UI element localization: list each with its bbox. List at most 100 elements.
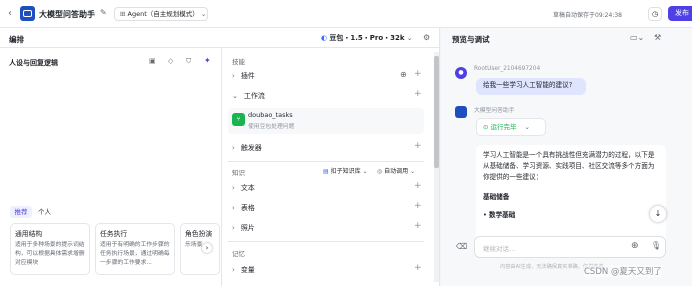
answer-list-item: • 数学基础 [483, 211, 516, 219]
memory-title: 记忆 [232, 250, 245, 258]
workflow-label: 工作流 [243, 92, 265, 100]
template-card-title: 通用结构 [15, 230, 43, 238]
answer-intro: 学习人工智能是一个具有挑战性但充满潜力的过程，以下是从基础储备、学习资源、实践项… [483, 151, 655, 181]
knowledge-item-label: 文本 [240, 184, 255, 192]
sparkle-icon[interactable]: ✦ [204, 56, 211, 65]
chevron-down-icon: ⌄ [404, 34, 413, 42]
scroll-down-button[interactable]: ↓ [650, 206, 666, 222]
plugin-section[interactable]: › 插件 [232, 70, 422, 82]
add-variable-button[interactable]: + [414, 263, 422, 273]
add-table-button[interactable]: + [414, 201, 422, 211]
memory-item-label: 变量 [240, 266, 255, 274]
kb-icon: ▤ [323, 168, 331, 175]
skills-title: 技能 [232, 58, 245, 66]
auto-call-label: 自动调用 [384, 168, 409, 175]
workflow-item-name: doubao_tasks [248, 111, 293, 119]
trigger-section[interactable]: › 触发器 [232, 142, 422, 154]
persona-title: 人设与回复逻辑 [9, 59, 58, 67]
microphone-icon[interactable]: 🎙 [651, 241, 661, 250]
back-icon[interactable]: ‹ [8, 8, 12, 19]
chat-input-placeholder: 继续对话... [483, 245, 516, 253]
chevron-right-icon: › [232, 72, 235, 80]
template-icon[interactable]: ▣ [149, 57, 156, 65]
workflow-icon: ⑂ [232, 113, 245, 126]
run-status-label: 运行完毕 [490, 123, 517, 131]
workflow-item[interactable]: ⑂ doubao_tasks 使用豆包处理问题 [228, 108, 424, 134]
knowledge-item-label: 照片 [240, 224, 255, 232]
edit-icon[interactable]: ✎ [100, 8, 107, 17]
shield-icon[interactable]: ⛉ [186, 57, 191, 66]
knowledge-title: 知识 [232, 169, 245, 177]
bot-avatar [20, 6, 35, 21]
add-attachment-icon[interactable]: ⊕ [631, 241, 639, 251]
check-circle-icon: ⊙ [483, 123, 491, 131]
plugin-label: 插件 [240, 72, 255, 80]
workflow-section[interactable]: ⌄ 工作流 [232, 90, 422, 102]
user-avatar: ● [455, 67, 467, 79]
answer-heading: 基础储备 [483, 193, 510, 201]
autosave-text: 草稿自动保存于09:24:38 [553, 12, 622, 19]
history-button[interactable]: ◷ [648, 7, 662, 21]
divider [228, 241, 424, 242]
chevron-down-icon: ⌄ [408, 168, 416, 175]
tag-icon[interactable]: ◇ [168, 57, 173, 65]
agent-mode-select[interactable]: ⊞ Agent（自主规划模式） ⌄ [114, 7, 208, 21]
knowledge-table-section[interactable]: › 表格 [232, 202, 422, 214]
add-plugin-button[interactable]: + [414, 69, 422, 79]
clear-chat-icon[interactable]: ⌫ [456, 242, 467, 251]
orchestration-title: 编排 [9, 35, 24, 44]
template-card-title: 角色扮演 [185, 230, 213, 238]
tab-recommend[interactable]: 推荐 [10, 206, 32, 218]
scrollbar-thumb[interactable] [434, 56, 439, 168]
add-circle-icon[interactable]: ⊕ [400, 70, 407, 79]
auto-call-select[interactable]: ◎ 自动调用 ⌄ [377, 166, 415, 177]
answer-list-item-text: 数学基础 [489, 211, 516, 219]
knowledge-item-label: 表格 [240, 204, 255, 212]
chat-input[interactable]: 继续对话... ⊕ 🎙 [474, 236, 666, 258]
run-status-pill[interactable]: ⊙ 运行完毕 ⌄ [476, 118, 546, 136]
preview-title: 预览与调试 [452, 35, 490, 44]
add-text-button[interactable]: + [414, 181, 422, 191]
bot-title: 大模型问答助手 [39, 10, 95, 19]
knowledge-text-section[interactable]: › 文本 [232, 182, 422, 194]
add-trigger-button[interactable]: + [414, 141, 422, 151]
divider [0, 47, 440, 48]
kb-label: 扣子知识库 [330, 168, 361, 175]
bot-name: 大模型问答助手 [474, 108, 515, 114]
variable-section[interactable]: › 变量 [232, 264, 422, 276]
publish-button[interactable]: 发布 [668, 6, 692, 21]
wrench-icon[interactable]: ⚒ [654, 33, 661, 42]
user-name: RootUser_2104697204 [474, 66, 541, 72]
template-card-desc: 适用于多种场景的提示词结构，可以根据具体需求增删对应模块 [15, 242, 85, 266]
chevron-right-icon: › [232, 266, 235, 274]
workflow-item-desc: 使用豆包处理问题 [248, 124, 295, 130]
add-photo-button[interactable]: + [414, 221, 422, 231]
settings-sliders-icon[interactable]: ⚙ [423, 33, 430, 42]
chevron-right-icon: › [232, 204, 235, 212]
template-card-roleplay[interactable]: 角色扮演 乐场景... [180, 223, 220, 275]
csdn-watermark: CSDN @夏天又到了 [584, 265, 662, 277]
chevron-down-icon: ⌄ [360, 168, 368, 175]
user-message: 给我一些学习人工智能的建议? [476, 78, 586, 95]
template-card-task[interactable]: 任务执行 适用于有明确的工作步骤的任务执行场景，通过明确每一步骤的工作要求... [95, 223, 175, 275]
tab-personal[interactable]: 个人 [38, 206, 51, 218]
knowledge-photo-section[interactable]: › 照片 [232, 222, 422, 234]
trigger-label: 触发器 [240, 144, 262, 152]
chevron-down-icon: ⌄ [524, 123, 530, 131]
agent-mode-label: Agent（自主规划模式） [127, 10, 199, 18]
model-select[interactable]: ◐ 豆包・1.5・Pro・32k ⌄ [321, 32, 415, 45]
model-label: 豆包・1.5・Pro・32k [329, 34, 405, 42]
chevron-down-icon: ⌄ [198, 10, 207, 18]
column-divider [221, 48, 222, 286]
agent-icon: ⊞ [120, 10, 128, 18]
template-card-desc: 适用于有明确的工作步骤的任务执行场景，通过明确每一步骤的工作要求... [100, 242, 170, 266]
carousel-next-button[interactable]: › [202, 243, 212, 253]
chevron-right-icon: › [232, 184, 235, 192]
template-card-general[interactable]: 通用结构 适用于多种场景的提示词结构，可以根据具体需求增删对应模块 [10, 223, 90, 275]
kb-select[interactable]: ▤ 扣子知识库 ⌄ [323, 166, 368, 177]
add-workflow-button[interactable]: + [414, 89, 422, 99]
layout-icon[interactable]: ▭⌄ [630, 33, 644, 42]
chevron-right-icon: › [232, 224, 235, 232]
divider [228, 161, 424, 162]
bot-avatar-small [455, 106, 467, 118]
